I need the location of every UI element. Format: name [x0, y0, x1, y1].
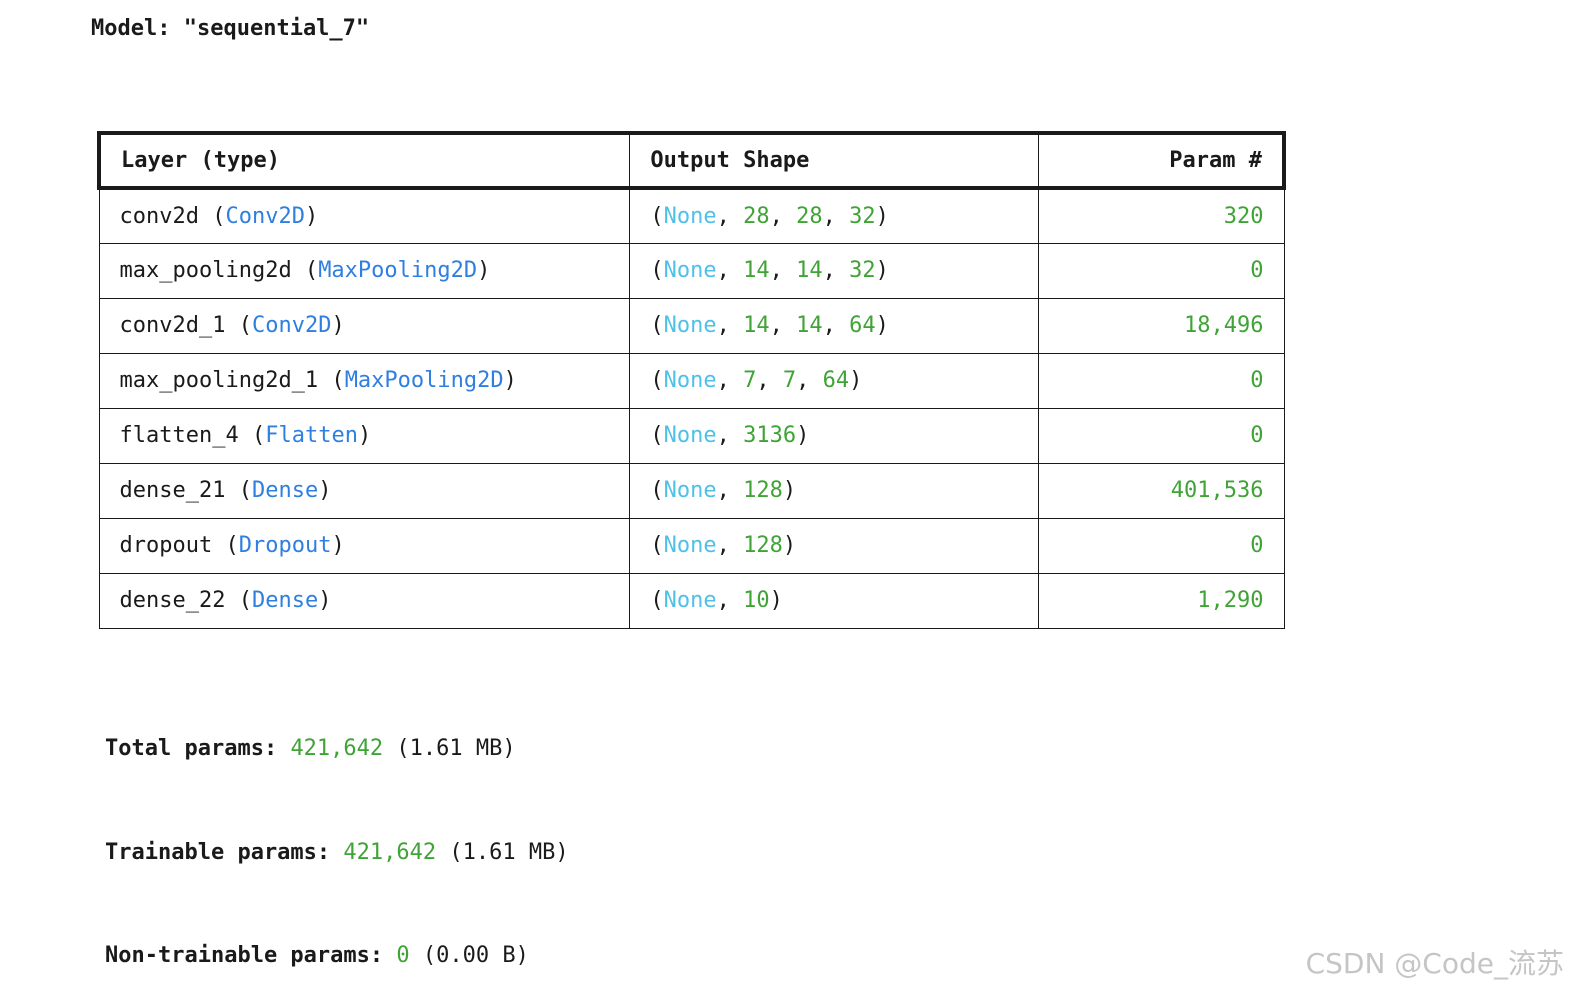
table-row: dropout (Dropout) (None, 128) 0: [98, 517, 1285, 574]
output-shape-cell: (None, 14, 14, 64): [629, 297, 1039, 354]
layer-type: Conv2D: [251, 313, 332, 338]
shape-batch-dim: None: [663, 423, 717, 448]
non-trainable-params: Non-trainable params: 0 (0.00 B): [105, 943, 529, 968]
layer-cell: dense_21 (Dense): [98, 462, 631, 519]
param-count-cell: 401,536: [1037, 462, 1285, 519]
shape-dim: 14: [796, 313, 823, 338]
param-count-cell: 18,496: [1037, 297, 1285, 354]
table-row: max_pooling2d_1 (MaxPooling2D) (None, 7, …: [98, 352, 1285, 409]
layer-type: Flatten: [265, 423, 358, 448]
output-shape-cell: (None, 128): [629, 462, 1039, 519]
trainable-params-label: Trainable params:: [105, 840, 331, 865]
shape-dim: 14: [743, 258, 770, 283]
layer-cell: conv2d (Conv2D): [98, 187, 631, 244]
trainable-params: Trainable params: 421,642 (1.61 MB): [105, 840, 569, 865]
layer-name: max_pooling2d: [119, 258, 292, 283]
param-count-cell: 1,290: [1037, 572, 1285, 629]
shape-dim: 14: [796, 258, 823, 283]
layer-cell: flatten_4 (Flatten): [98, 407, 631, 464]
table-row: flatten_4 (Flatten) (None, 3136) 0: [98, 407, 1285, 464]
param-count-cell: 0: [1037, 352, 1285, 409]
table-row: conv2d (Conv2D) (None, 28, 28, 32) 320: [98, 187, 1285, 244]
shape-dim: 32: [849, 258, 876, 283]
header-layer-type: Layer (type): [97, 131, 631, 190]
watermark: CSDN @Code_流苏: [1305, 947, 1564, 980]
total-params: Total params: 421,642 (1.61 MB): [105, 736, 516, 761]
shape-batch-dim: None: [663, 203, 717, 229]
shape-batch-dim: None: [663, 478, 717, 503]
output-shape-cell: (None, 128): [629, 517, 1039, 574]
shape-dim: 64: [822, 368, 850, 393]
layer-name: dropout: [119, 533, 213, 558]
layer-type: MaxPooling2D: [318, 258, 478, 283]
shape-dim: 3136: [743, 423, 797, 448]
shape-dim: 28: [743, 203, 770, 229]
output-shape-cell: (None, 7, 7, 64): [629, 352, 1039, 409]
output-shape-cell: (None, 3136): [629, 407, 1039, 464]
trainable-params-value: 421,642: [343, 840, 437, 865]
layer-name: max_pooling2d_1: [119, 368, 319, 393]
output-shape-cell: (None, 10): [629, 572, 1039, 629]
output-shape-cell: (None, 14, 14, 32): [629, 242, 1039, 299]
layer-type: Dense: [251, 588, 319, 613]
shape-dim: 128: [743, 533, 783, 558]
layer-type: Dense: [251, 478, 319, 503]
param-count-cell: 0: [1037, 407, 1285, 464]
shape-batch-dim: None: [663, 588, 717, 613]
layer-type: MaxPooling2D: [344, 368, 504, 393]
shape-batch-dim: None: [663, 368, 717, 393]
shape-dim: 10: [743, 588, 770, 613]
shape-dim: 128: [743, 478, 783, 503]
layer-type: Conv2D: [225, 203, 305, 229]
layer-name: conv2d: [119, 203, 199, 229]
model-summary-table: Layer (type) Output Shape Param # conv2d…: [97, 131, 1286, 629]
layer-cell: max_pooling2d_1 (MaxPooling2D): [98, 352, 631, 409]
shape-dim: 32: [849, 203, 876, 229]
layer-cell: dropout (Dropout): [98, 517, 631, 574]
table-header-row: Layer (type) Output Shape Param #: [97, 131, 1286, 190]
total-params-label: Total params:: [105, 736, 278, 761]
param-count-cell: 0: [1037, 242, 1285, 299]
shape-batch-dim: None: [663, 313, 717, 338]
model-label: Model:: [91, 16, 171, 41]
layer-cell: max_pooling2d (MaxPooling2D): [98, 242, 631, 299]
model-title: Model: "sequential_7": [91, 16, 369, 41]
shape-dim: 14: [743, 313, 770, 338]
trainable-params-size: (1.61 MB): [449, 840, 569, 865]
table-row: dense_22 (Dense) (None, 10) 1,290: [98, 572, 1285, 629]
total-params-size: (1.61 MB): [396, 736, 516, 761]
non-trainable-params-size: (0.00 B): [422, 943, 529, 968]
shape-batch-dim: None: [663, 258, 717, 283]
layer-name: conv2d_1: [119, 313, 226, 338]
header-param-count: Param #: [1037, 131, 1286, 190]
layer-name: dense_22: [119, 588, 226, 613]
table-body: conv2d (Conv2D) (None, 28, 28, 32) 320 max_…: [98, 187, 1285, 629]
shape-dim: 7: [743, 368, 757, 393]
layer-cell: dense_22 (Dense): [98, 572, 631, 629]
layer-cell: conv2d_1 (Conv2D): [98, 297, 631, 354]
table-row: conv2d_1 (Conv2D) (None, 14, 14, 64) 18,49…: [98, 297, 1285, 354]
shape-dim: 28: [796, 203, 823, 229]
model-name: "sequential_7": [183, 16, 370, 41]
layer-type: Dropout: [238, 533, 332, 558]
layer-name: flatten_4: [119, 423, 239, 448]
total-params-value: 421,642: [290, 736, 384, 761]
table-row: max_pooling2d (MaxPooling2D) (None, 14, 1…: [98, 242, 1285, 299]
non-trainable-params-label: Non-trainable params:: [105, 943, 384, 968]
header-output-shape: Output Shape: [629, 131, 1039, 190]
shape-batch-dim: None: [663, 533, 717, 558]
layer-name: dense_21: [119, 478, 226, 503]
output-shape-cell: (None, 28, 28, 32): [629, 187, 1039, 244]
param-count-cell: 320: [1037, 187, 1285, 244]
non-trainable-params-value: 0: [396, 943, 410, 968]
param-count-cell: 0: [1037, 517, 1285, 574]
shape-dim: 7: [782, 368, 797, 393]
table-row: dense_21 (Dense) (None, 128) 401,536: [98, 462, 1285, 519]
shape-dim: 64: [849, 313, 876, 338]
